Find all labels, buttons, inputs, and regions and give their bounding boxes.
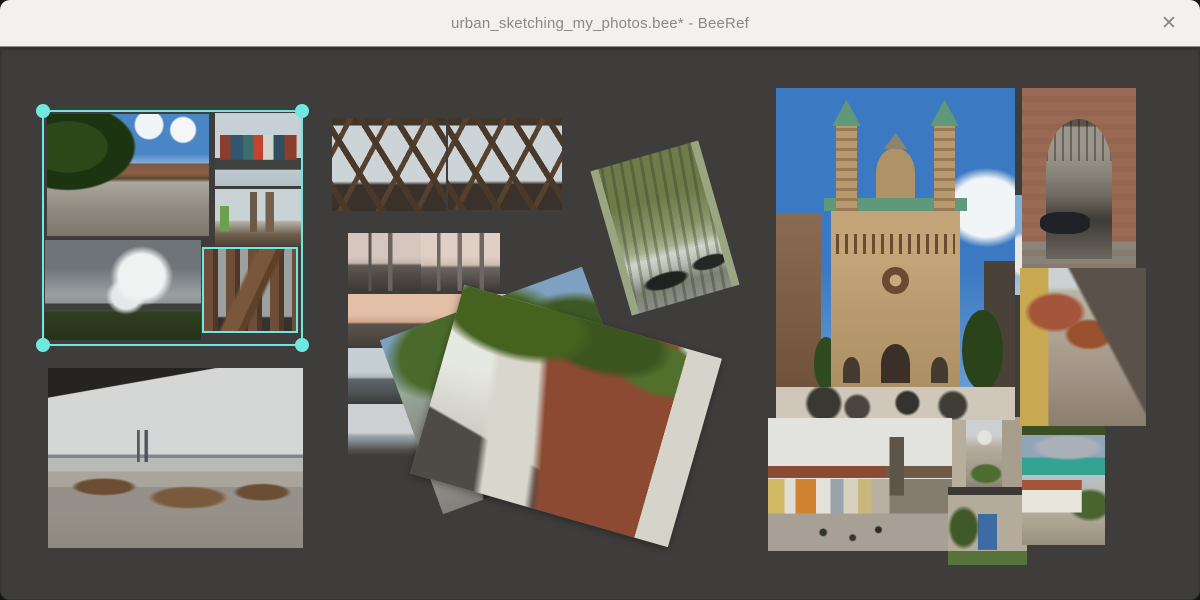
selection-handle-bottom-right[interactable] xyxy=(295,338,309,352)
selection-box[interactable] xyxy=(42,110,303,346)
selection-handle-top-left[interactable] xyxy=(36,104,50,118)
photo-industrial-dusk-1[interactable] xyxy=(348,233,421,291)
cathedral-arcade xyxy=(836,234,956,254)
photo-river-castle[interactable] xyxy=(1022,420,1105,545)
cathedral-tower-left xyxy=(836,125,858,211)
photo-industrial-dusk-2[interactable] xyxy=(421,233,500,291)
photo-bridge-truss-1[interactable] xyxy=(332,118,446,211)
cathedral-portal-left xyxy=(843,357,860,384)
cathedral-spire-right xyxy=(930,100,959,127)
photo-blue-door[interactable] xyxy=(948,487,1027,565)
cathedral-rose-window xyxy=(882,267,908,294)
beeref-window: urban_sketching_my_photos.bee* - BeeRef … xyxy=(0,0,1200,600)
selection-handle-bottom-left[interactable] xyxy=(36,338,50,352)
gate-car xyxy=(1040,212,1090,234)
photo-rooftops[interactable] xyxy=(1020,268,1146,426)
photo-cologne-riverbank[interactable] xyxy=(48,368,303,548)
window-title: urban_sketching_my_photos.bee* - BeeRef xyxy=(451,15,749,32)
titlebar[interactable]: urban_sketching_my_photos.bee* - BeeRef … xyxy=(0,0,1200,47)
selection-handle-top-right[interactable] xyxy=(295,104,309,118)
close-icon[interactable]: ✕ xyxy=(1152,0,1186,46)
photo-cathedral[interactable] xyxy=(776,88,1015,420)
photo-stone-gate[interactable] xyxy=(1022,88,1136,270)
cathedral-portal xyxy=(881,344,910,384)
cathedral-tower-right xyxy=(934,125,956,211)
cathedral-dome-cap xyxy=(884,133,908,150)
cathedral-right-tree xyxy=(962,310,1003,390)
stage xyxy=(0,0,1200,600)
photo-market-square[interactable] xyxy=(768,418,952,551)
photo-bridge-underside[interactable] xyxy=(590,140,739,315)
photo-bridge-truss-2[interactable] xyxy=(448,118,562,210)
cathedral-plaza xyxy=(776,387,1015,420)
cathedral-portal-right xyxy=(931,357,948,384)
cathedral-dome xyxy=(876,148,914,198)
cathedral-spire-left xyxy=(832,100,861,127)
gate-arch-opening xyxy=(1046,119,1112,259)
